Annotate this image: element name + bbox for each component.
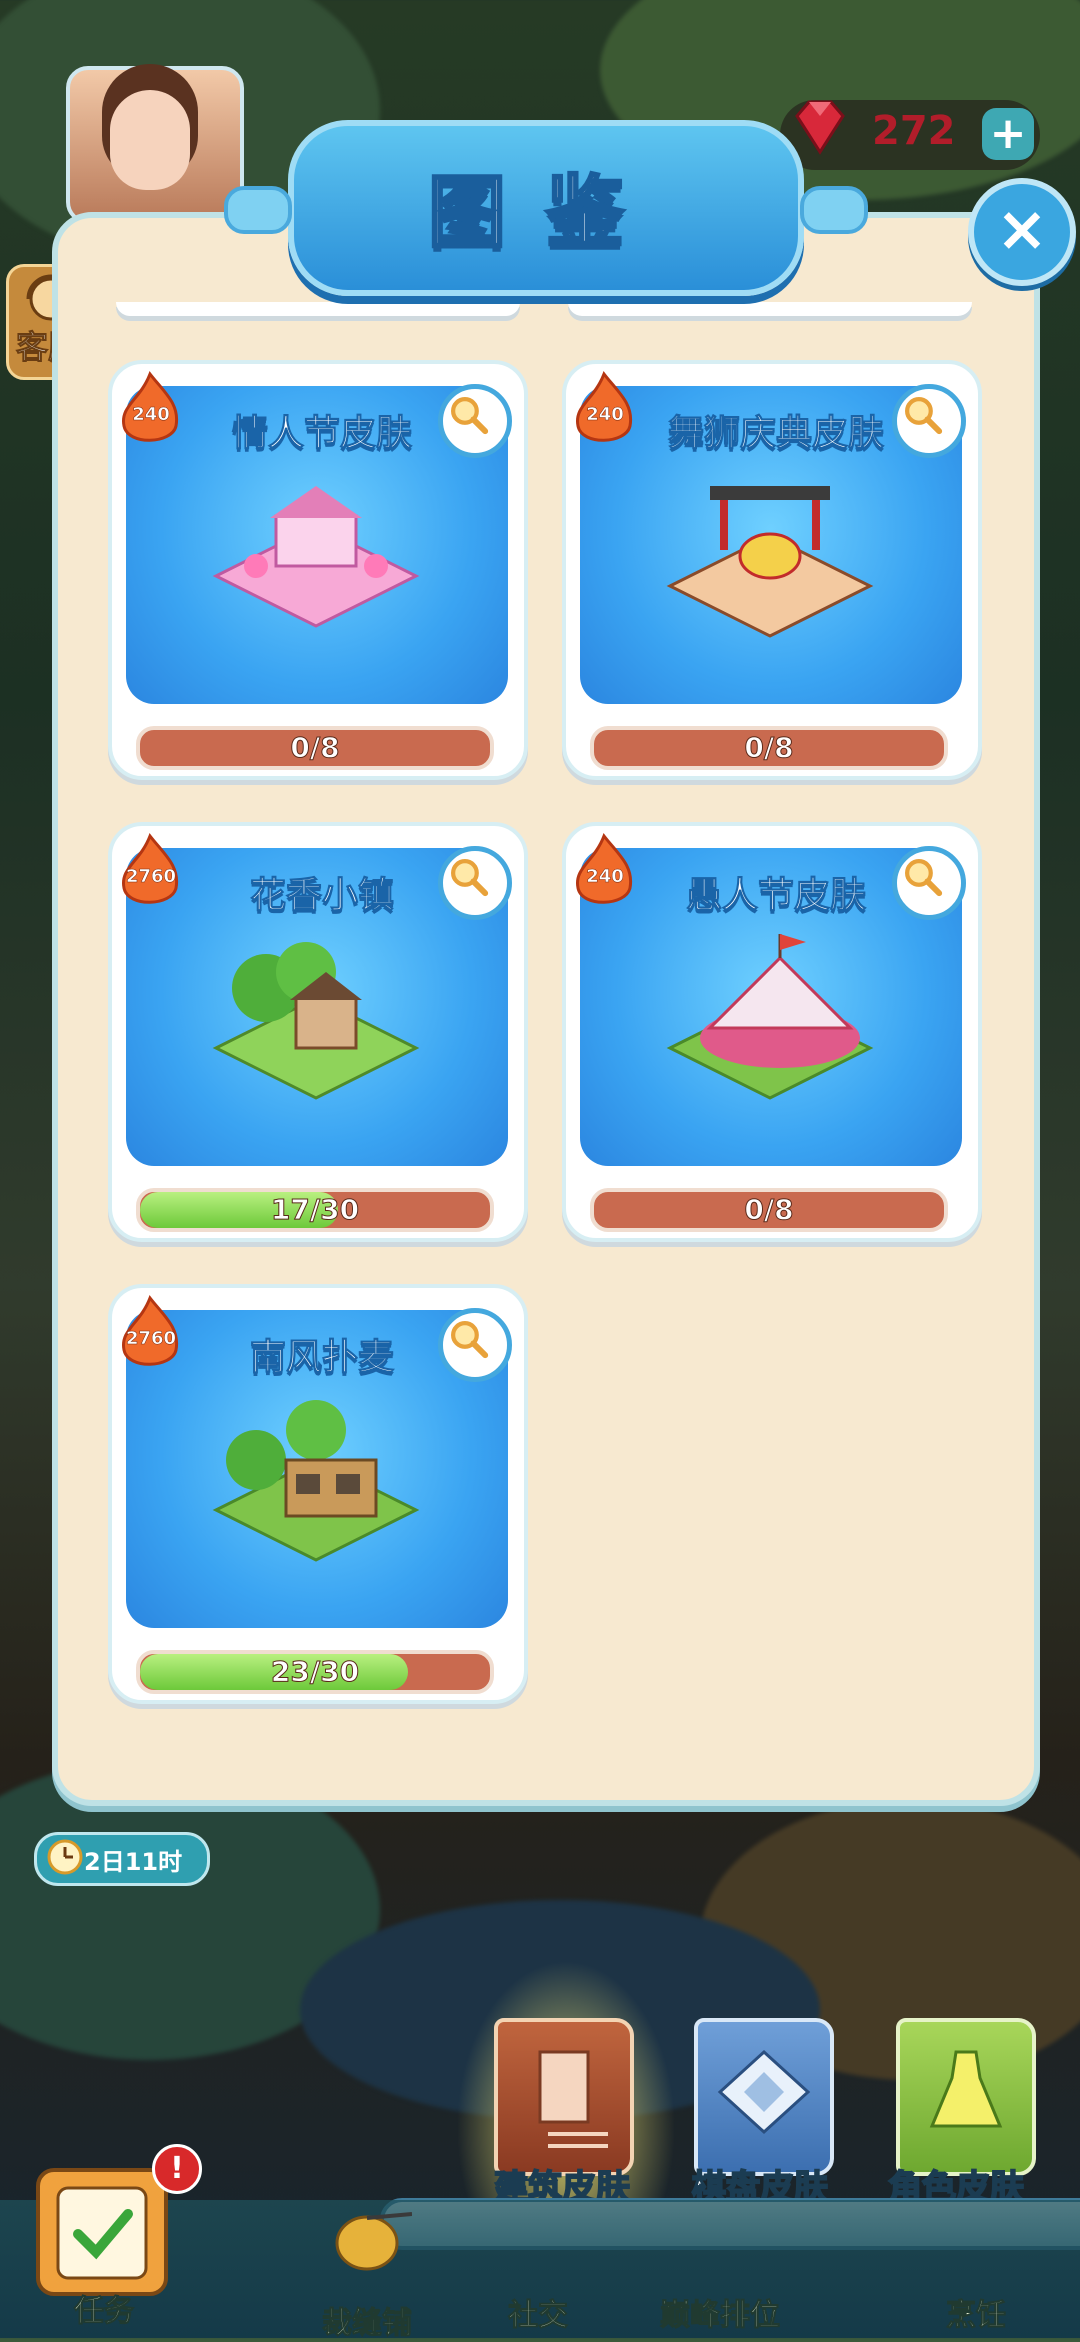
progress-bar: 17/30	[136, 1188, 494, 1232]
progress-bar: 0/8	[590, 1188, 948, 1232]
building-icon	[538, 2050, 608, 2148]
thread-spool-icon[interactable]	[322, 2208, 412, 2278]
progress-text: 0/8	[290, 731, 340, 765]
gem-count: 272	[872, 108, 956, 154]
dress-icon	[929, 2050, 1003, 2128]
partial-card-top-left	[116, 302, 520, 316]
magnifier-icon[interactable]	[438, 846, 512, 920]
building-skin-tab[interactable]	[494, 2018, 634, 2176]
nav-rank-label[interactable]: 巅峰排位	[660, 2290, 781, 2334]
lion-dance-scene-illustration	[666, 486, 874, 638]
collection-card-south-wind[interactable]: 2760 南风扑麦 23/30	[108, 1284, 528, 1704]
close-button[interactable]: ×	[968, 178, 1076, 286]
valentine-scene-illustration	[212, 486, 420, 628]
nav-cook-label[interactable]: 烹饪	[946, 2290, 1007, 2334]
nav-social-label[interactable]: 社交	[508, 2290, 569, 2334]
card-title: 南风扑麦	[249, 1337, 394, 1379]
magnifier-icon[interactable]	[438, 384, 512, 458]
progress-bar: 0/8	[136, 726, 494, 770]
progress-bar: 0/8	[590, 726, 948, 770]
magnifier-icon[interactable]	[892, 846, 966, 920]
card-title: 花香小镇	[249, 875, 394, 917]
character-skin-tab[interactable]	[896, 2018, 1036, 2176]
progress-text: 0/8	[744, 731, 794, 765]
dialog-title: 图鉴	[426, 167, 664, 260]
partial-card-top-right	[568, 302, 972, 316]
nav-tailor-label[interactable]: 裁缝铺	[322, 2298, 413, 2342]
collection-card-valentine[interactable]: 240 情人节皮肤 0/8	[108, 360, 528, 780]
collection-card-flower-town[interactable]: 2760 花香小镇 17/30	[108, 822, 528, 1242]
progress-bar: 23/30	[136, 1650, 494, 1694]
card-title: 愚人节皮肤	[685, 875, 866, 917]
progress-text: 17/30	[270, 1193, 360, 1227]
nav-task-label[interactable]: 任务	[74, 2286, 135, 2330]
collection-card-lion-dance[interactable]: 240 舞狮庆典皮肤 0/8	[562, 360, 982, 780]
clock-icon	[47, 1839, 83, 1875]
task-button[interactable]	[36, 2168, 168, 2296]
magnifier-icon[interactable]	[892, 384, 966, 458]
checklist-icon	[56, 2186, 148, 2280]
checkerboard-icon	[717, 2049, 811, 2135]
board-skin-tab[interactable]	[694, 2018, 834, 2176]
avatar-face	[110, 90, 190, 190]
progress-text: 23/30	[270, 1655, 360, 1689]
flower-town-scene-illustration	[212, 942, 420, 1100]
progress-text: 0/8	[744, 1193, 794, 1227]
collection-card-april-fools[interactable]: 240 愚人节皮肤 0/8	[562, 822, 982, 1242]
south-wind-scene-illustration	[212, 1400, 420, 1562]
card-title: 情人节皮肤	[231, 413, 412, 455]
magnifier-icon[interactable]	[438, 1308, 512, 1382]
add-gems-button[interactable]: +	[982, 108, 1034, 160]
player-avatar[interactable]	[66, 66, 244, 224]
task-alert-badge: !	[152, 2144, 202, 2194]
card-title: 舞狮庆典皮肤	[667, 413, 884, 455]
april-fools-scene-illustration	[666, 934, 874, 1100]
timer-text: 2日11时	[84, 1848, 183, 1876]
